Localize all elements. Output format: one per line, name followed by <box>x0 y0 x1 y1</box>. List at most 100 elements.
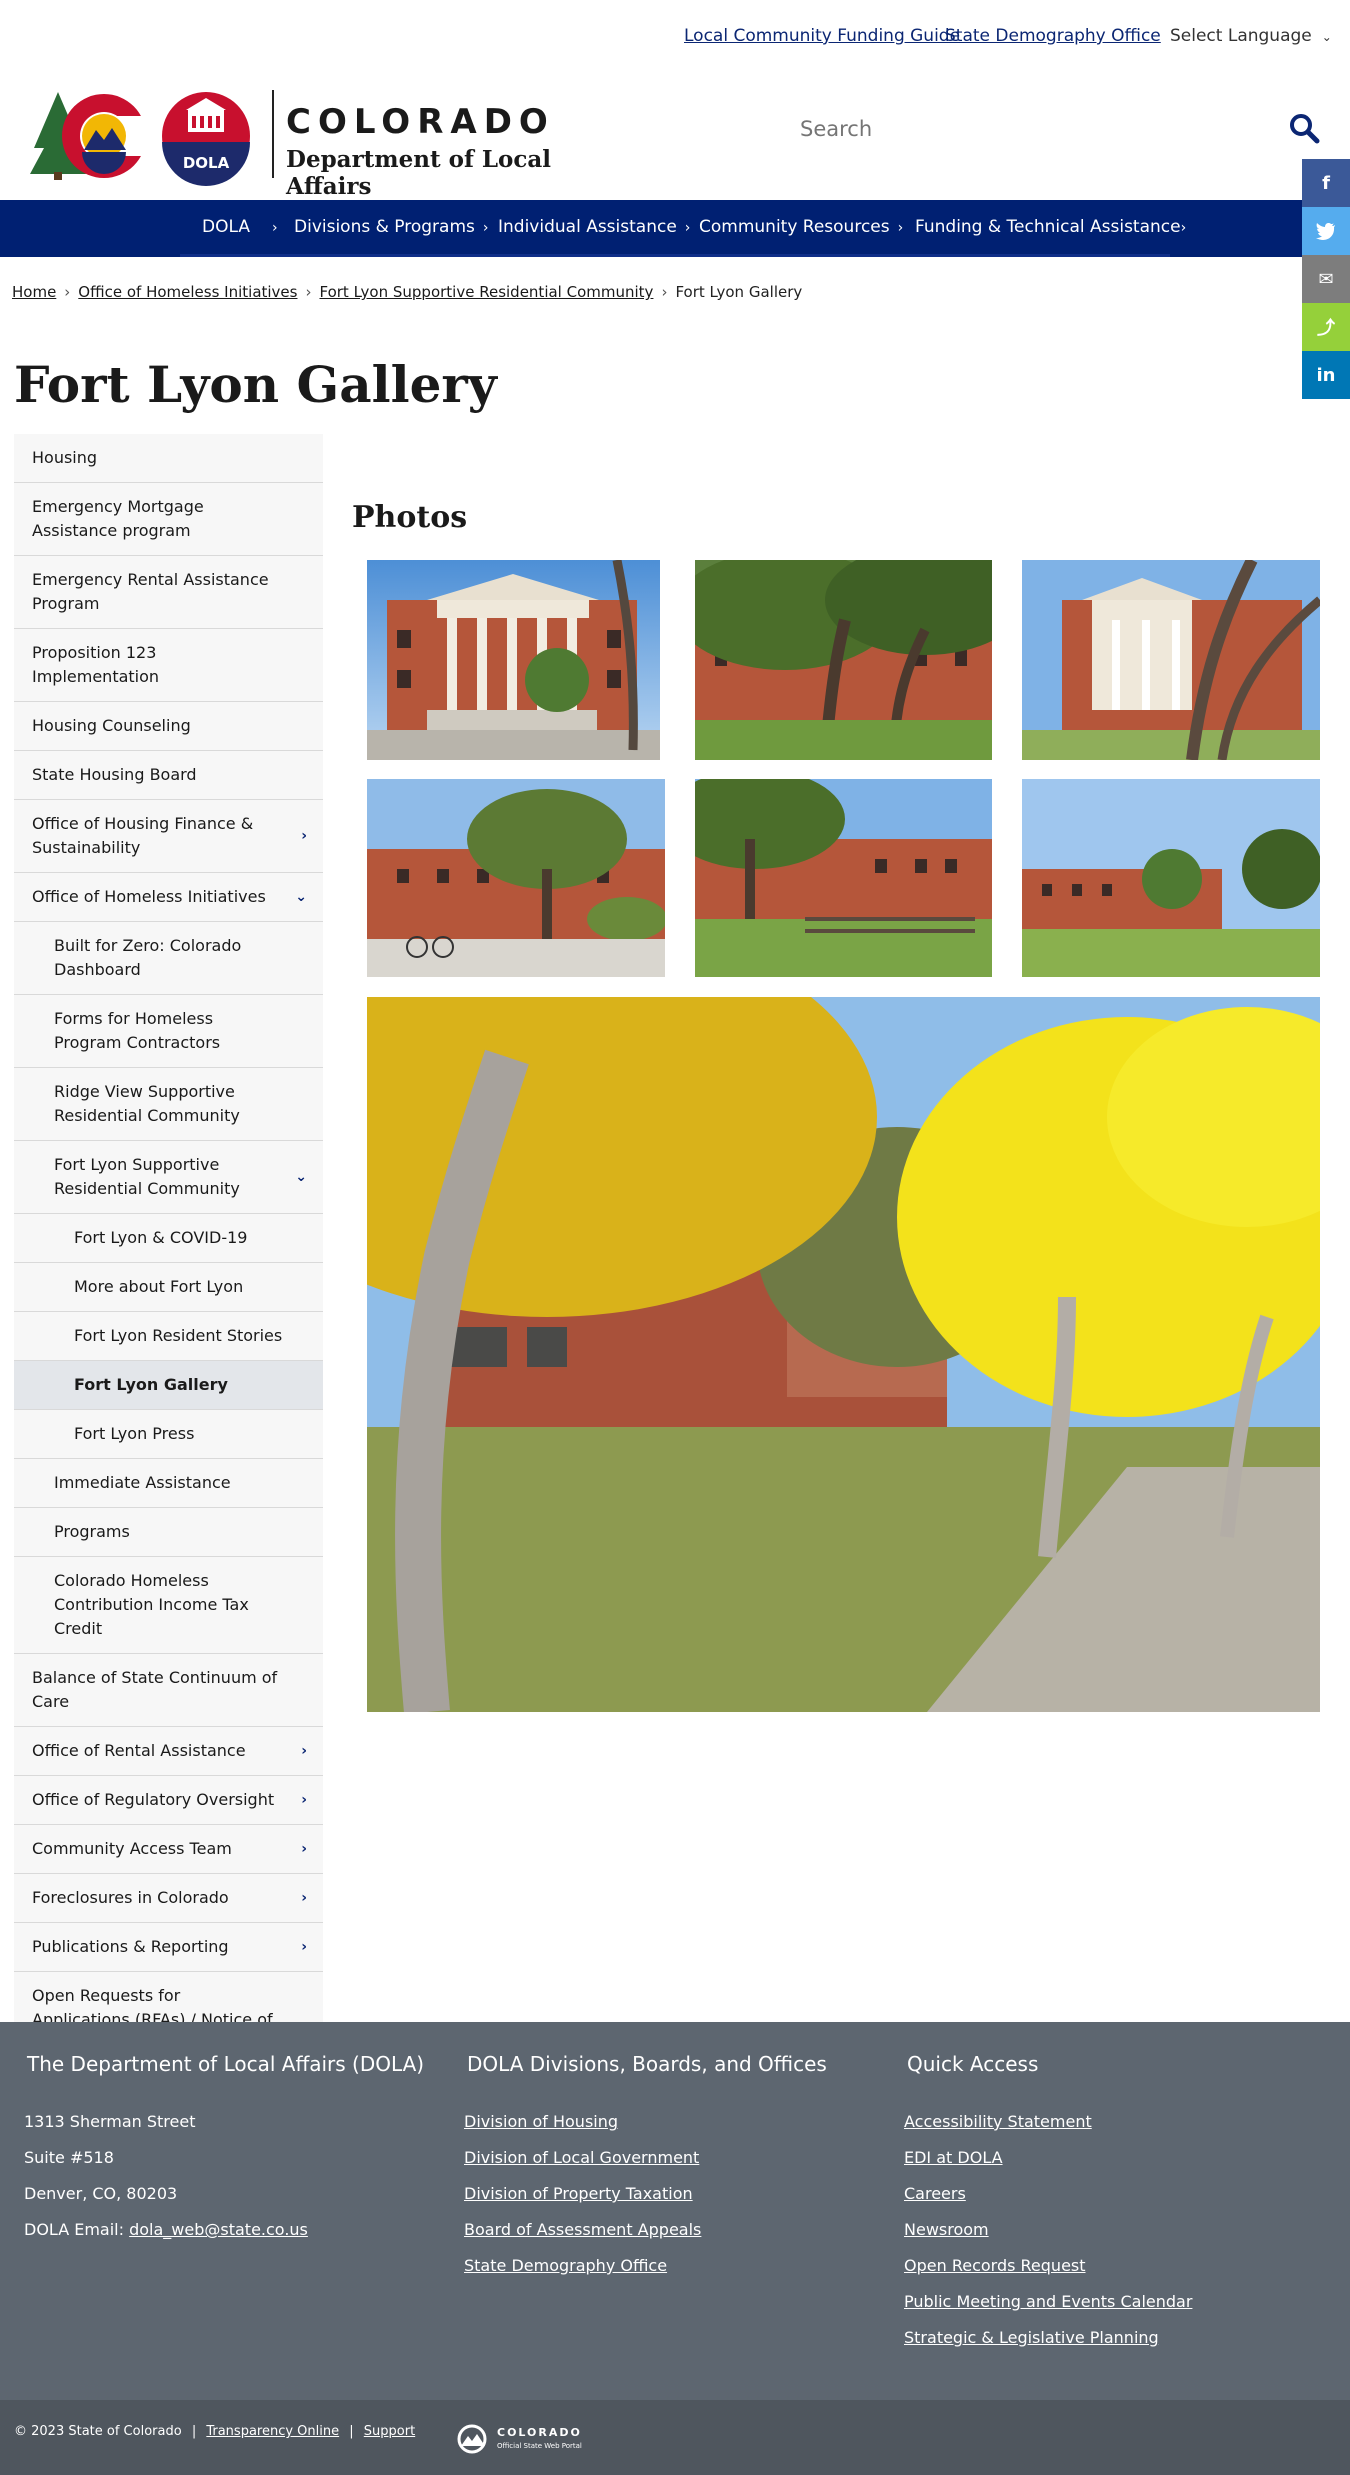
language-select[interactable]: Select Language ⌄ <box>1170 26 1332 46</box>
chevron-right-icon[interactable]: › <box>301 1739 307 1763</box>
footer-link-strategic-planning[interactable]: Strategic & Legislative Planning <box>904 2328 1159 2347</box>
nav-item-dola[interactable]: DOLA › <box>202 217 278 237</box>
nav-item-individual-assistance[interactable]: Individual Assistance › <box>498 217 690 237</box>
chevron-right-icon[interactable]: › <box>301 824 307 848</box>
sidebar-item-publications[interactable]: Publications & Reporting › <box>14 1923 323 1972</box>
transparency-online-link[interactable]: Transparency Online <box>206 2424 339 2439</box>
gallery-photo[interactable] <box>1022 560 1320 760</box>
dola-badge-text: DOLA <box>183 154 230 172</box>
chevron-right-icon: › <box>271 220 278 236</box>
sidebar-item-label: Forms for Homeless Program Contractors <box>54 1009 221 1052</box>
sidebar-item-forms-homeless[interactable]: Forms for Homeless Program Contractors <box>14 995 323 1068</box>
sidebar-item-housing-finance[interactable]: Office of Housing Finance & Sustainabili… <box>14 800 323 873</box>
sidebar-item-label: Office of Regulatory Oversight <box>32 1790 275 1809</box>
sidebar-item-label: Housing <box>32 448 98 467</box>
sidebar-item-label: Fort Lyon Gallery <box>74 1375 228 1394</box>
footer-link-state-demography-office[interactable]: State Demography Office <box>464 2256 667 2275</box>
sidebar-item-label: Fort Lyon Press <box>74 1424 195 1443</box>
link-state-demography-office[interactable]: State Demography Office <box>945 26 1161 46</box>
footer-address-city: Denver, CO, 80203 <box>24 2184 178 2203</box>
sidebar-item-regulatory-oversight[interactable]: Office of Regulatory Oversight › <box>14 1776 323 1825</box>
share-button[interactable]: ⤴ <box>1302 303 1350 351</box>
gallery-photo[interactable] <box>367 560 660 760</box>
chevron-down-icon[interactable]: ⌄ <box>295 1165 307 1189</box>
share-email-button[interactable]: ✉ <box>1302 255 1350 303</box>
gallery-photo[interactable] <box>695 560 992 760</box>
dola-logo[interactable]: DOLA COLORADO Department of Local Affair… <box>28 86 588 200</box>
separator: | <box>349 2424 354 2439</box>
sidebar-item-emergency-mortgage[interactable]: Emergency Mortgage Assistance program <box>14 483 323 556</box>
sidebar-item-built-for-zero[interactable]: Built for Zero: Colorado Dashboard <box>14 922 323 995</box>
nav-item-funding-technical-assistance[interactable]: Funding & Technical Assistance› <box>915 217 1186 237</box>
footer-email-link[interactable]: dola_web@state.co.us <box>129 2220 308 2239</box>
footer-link-careers[interactable]: Careers <box>904 2184 966 2203</box>
sidebar-item-label: Colorado Homeless Contribution Income Ta… <box>54 1571 249 1638</box>
footer-link-edi[interactable]: EDI at DOLA <box>904 2148 1003 2167</box>
breadcrumb-fort-lyon[interactable]: Fort Lyon Supportive Residential Communi… <box>319 283 653 301</box>
footer-heading-dola: The Department of Local Affairs (DOLA) <box>27 2052 425 2076</box>
support-link[interactable]: Support <box>364 2424 415 2439</box>
courtyard-photo <box>695 560 992 760</box>
gallery-photo[interactable] <box>1022 779 1320 977</box>
sidebar-item-label: Fort Lyon Supportive Residential Communi… <box>54 1155 240 1198</box>
sidebar-item-balance-of-state[interactable]: Balance of State Continuum of Care <box>14 1654 323 1727</box>
sidebar-item-fort-lyon-press[interactable]: Fort Lyon Press <box>14 1410 323 1459</box>
search-input[interactable] <box>800 106 1270 152</box>
facebook-icon: f <box>1322 172 1330 194</box>
sidebar-item-housing[interactable]: Housing <box>14 434 323 483</box>
search-icon <box>1290 114 1320 144</box>
main-nav: DOLA › Divisions & Programs › Individual A… <box>0 200 1350 257</box>
sidebar-item-emergency-rental[interactable]: Emergency Rental Assistance Program <box>14 556 323 629</box>
sidebar-item-foreclosures[interactable]: Foreclosures in Colorado › <box>14 1874 323 1923</box>
chevron-right-icon[interactable]: › <box>301 1788 307 1812</box>
sidebar-item-label: More about Fort Lyon <box>74 1277 244 1296</box>
chevron-down-icon[interactable]: ⌄ <box>295 885 307 909</box>
nav-item-community-resources[interactable]: Community Resources › <box>699 217 903 237</box>
footer-heading-quick-access: Quick Access <box>907 2052 1039 2076</box>
footer-link-division-of-property-taxation[interactable]: Division of Property Taxation <box>464 2184 693 2203</box>
footer-link-division-of-local-government[interactable]: Division of Local Government <box>464 2148 699 2167</box>
gallery-photo[interactable] <box>695 779 992 977</box>
sidebar-item-fort-lyon-community[interactable]: Fort Lyon Supportive Residential Communi… <box>14 1141 323 1214</box>
link-local-community-funding-guide[interactable]: Local Community Funding Guide <box>684 26 960 46</box>
footer-link-accessibility[interactable]: Accessibility Statement <box>904 2112 1092 2131</box>
search-button[interactable] <box>1288 112 1324 148</box>
sidebar-item-fort-lyon-gallery[interactable]: Fort Lyon Gallery <box>14 1361 323 1410</box>
sidebar-item-more-about-fort-lyon[interactable]: More about Fort Lyon <box>14 1263 323 1312</box>
footer-link-newsroom[interactable]: Newsroom <box>904 2220 989 2239</box>
chevron-right-icon[interactable]: › <box>301 1935 307 1959</box>
sidebar-item-ridge-view[interactable]: Ridge View Supportive Residential Commun… <box>14 1068 323 1141</box>
colorado-portal-logo[interactable]: COLORADO Official State Web Portal <box>455 2424 595 2456</box>
sidebar-item-programs[interactable]: Programs <box>14 1508 323 1557</box>
sidebar-item-homeless-initiatives[interactable]: Office of Homeless Initiatives ⌄ <box>14 873 323 922</box>
sidebar-item-tax-credit[interactable]: Colorado Homeless Contribution Income Ta… <box>14 1557 323 1654</box>
sidebar-item-rental-assistance[interactable]: Office of Rental Assistance › <box>14 1727 323 1776</box>
twitter-icon <box>1316 223 1335 240</box>
sidebar-item-housing-counseling[interactable]: Housing Counseling <box>14 702 323 751</box>
sidebar-item-community-access-team[interactable]: Community Access Team › <box>14 1825 323 1874</box>
chevron-right-icon: › <box>897 220 904 236</box>
footer-link-open-records[interactable]: Open Records Request <box>904 2256 1086 2275</box>
sidebar-item-proposition-123[interactable]: Proposition 123 Implementation <box>14 629 323 702</box>
footer-link-board-of-assessment-appeals[interactable]: Board of Assessment Appeals <box>464 2220 701 2239</box>
breadcrumb-home[interactable]: Home <box>12 283 56 301</box>
sidebar-item-immediate-assistance[interactable]: Immediate Assistance <box>14 1459 323 1508</box>
footer-link-public-meeting-calendar[interactable]: Public Meeting and Events Calendar <box>904 2292 1192 2311</box>
chevron-right-icon[interactable]: › <box>301 1886 307 1910</box>
sidebar-item-fort-lyon-covid[interactable]: Fort Lyon & COVID-19 <box>14 1214 323 1263</box>
chevron-right-icon[interactable]: › <box>301 1837 307 1861</box>
footer-bottom-bar: © 2023 State of Colorado | Transparency … <box>0 2400 1350 2475</box>
share-twitter-button[interactable] <box>1302 207 1350 255</box>
gallery-photo-featured[interactable] <box>367 997 1320 1712</box>
breadcrumb-office-of-homeless-initiatives[interactable]: Office of Homeless Initiatives <box>78 283 297 301</box>
utility-bar: Local Community Funding Guide State Demo… <box>0 0 1350 76</box>
share-linkedin-button[interactable]: in <box>1302 351 1350 399</box>
nav-label: Funding & Technical Assistance <box>915 217 1181 237</box>
gallery-photo[interactable] <box>367 779 665 977</box>
share-facebook-button[interactable]: f <box>1302 159 1350 207</box>
nav-item-divisions-programs[interactable]: Divisions & Programs › <box>294 217 488 237</box>
sidebar-item-resident-stories[interactable]: Fort Lyon Resident Stories <box>14 1312 323 1361</box>
footer-link-division-of-housing[interactable]: Division of Housing <box>464 2112 618 2131</box>
campus-photo <box>1022 779 1320 977</box>
sidebar-item-state-housing-board[interactable]: State Housing Board <box>14 751 323 800</box>
